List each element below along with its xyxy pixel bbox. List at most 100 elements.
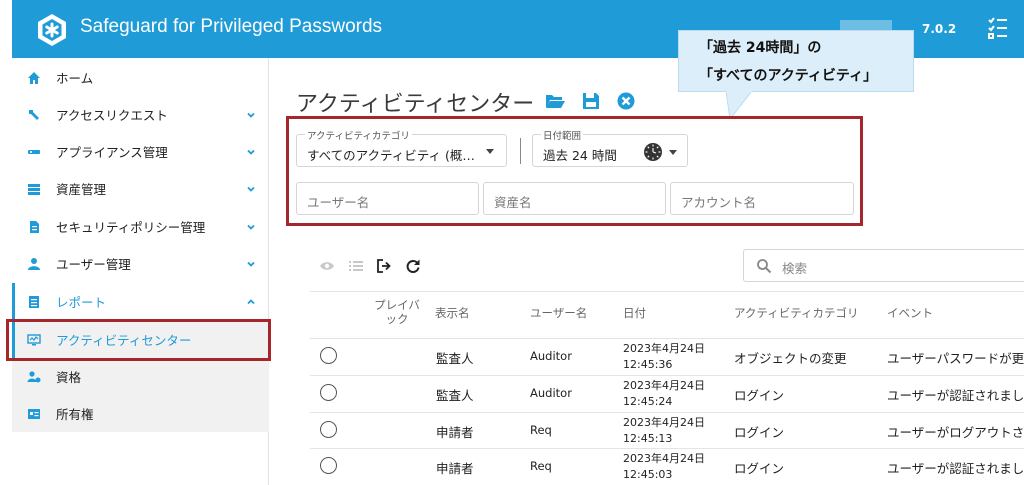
dropdown-arrow-icon bbox=[486, 149, 494, 154]
cell-event: ユーザーが認証されまし bbox=[887, 388, 1024, 403]
cell-user-name: Auditor bbox=[530, 386, 572, 400]
column-header-user-name[interactable]: ユーザー名 bbox=[530, 306, 587, 320]
column-header-date[interactable]: 日付 bbox=[623, 306, 646, 320]
eye-icon[interactable] bbox=[319, 258, 335, 274]
activity-category-label: アクティビティカテゴリ bbox=[305, 128, 412, 142]
asset-list-icon bbox=[26, 181, 42, 197]
cell-time: 12:45:13 bbox=[623, 432, 673, 445]
sidebar-item-entitlements[interactable]: 資格 bbox=[12, 358, 269, 395]
page-title: アクティビティセンター bbox=[296, 91, 535, 116]
safeguard-logo-icon bbox=[38, 14, 66, 46]
sidebar-item-label: アプライアンス管理 bbox=[56, 145, 168, 160]
search-input[interactable]: 検索 bbox=[743, 249, 1024, 282]
cell-display-name: 申請者 bbox=[436, 425, 474, 440]
search-icon bbox=[757, 259, 772, 274]
cell-date: 2023年4月24日 bbox=[623, 452, 705, 465]
sidebar-item-security-policy[interactable]: セキュリティポリシー管理 bbox=[12, 208, 269, 245]
row-select-radio[interactable] bbox=[320, 384, 337, 401]
ownership-card-icon bbox=[26, 406, 42, 422]
sidebar-item-reports[interactable]: レポート bbox=[12, 283, 269, 320]
asset-filter-input[interactable]: 資産名 bbox=[483, 182, 666, 215]
cell-user-name: Auditor bbox=[530, 349, 572, 363]
chevron-down-icon[interactable] bbox=[245, 183, 257, 195]
app-title: Safeguard for Privileged Passwords bbox=[80, 16, 383, 37]
dropdown-arrow-icon bbox=[669, 150, 677, 155]
cell-time: 12:45:36 bbox=[623, 358, 673, 371]
row-select-radio[interactable] bbox=[320, 457, 337, 474]
chevron-down-icon[interactable] bbox=[245, 258, 257, 270]
home-icon bbox=[26, 70, 42, 86]
cell-category: オブジェクトの変更 bbox=[734, 351, 847, 366]
cell-category: ログイン bbox=[734, 461, 785, 476]
cell-time: 12:45:03 bbox=[623, 468, 673, 481]
cell-user-name: Req bbox=[530, 459, 552, 473]
sidebar-item-label: アクセスリクエスト bbox=[56, 108, 168, 123]
grid-divider bbox=[310, 291, 1024, 292]
version-label: 7.0.2 bbox=[922, 22, 957, 36]
callout-line-2: 「すべてのアクティビティ」 bbox=[699, 68, 878, 84]
username-filter-input[interactable]: ユーザー名 bbox=[296, 182, 479, 215]
cell-category: ログイン bbox=[734, 425, 785, 440]
table-row[interactable]: 監査人 Auditor 2023年4月24日 12:45:24 ログイン ユーザ… bbox=[310, 375, 1024, 412]
search-placeholder: 検索 bbox=[782, 261, 808, 276]
date-range-select[interactable]: 日付範囲 過去 24 時間 bbox=[532, 128, 688, 167]
task-list-icon[interactable] bbox=[987, 16, 1009, 40]
sidebar-item-assets[interactable]: 資産管理 bbox=[12, 170, 269, 207]
table-row[interactable]: 監査人 Auditor 2023年4月24日 12:45:36 オブジェクトの変… bbox=[310, 338, 1024, 375]
column-header-playback[interactable]: プレイバック bbox=[372, 298, 422, 326]
table-row[interactable]: 申請者 Req 2023年4月24日 12:45:13 ログイン ユーザーがログ… bbox=[310, 412, 1024, 449]
clock-icon bbox=[644, 143, 662, 161]
clear-filter-icon[interactable] bbox=[616, 92, 636, 110]
annotation-callout: 「過去 24時間」の 「すべてのアクティビティ」 bbox=[678, 30, 914, 92]
sidebar-item-ownership[interactable]: 所有権 bbox=[12, 395, 269, 432]
chevron-down-icon[interactable] bbox=[245, 146, 257, 158]
save-icon[interactable] bbox=[581, 92, 601, 110]
sidebar-item-access-request[interactable]: アクセスリクエスト bbox=[12, 96, 269, 133]
asset-placeholder: 資産名 bbox=[494, 195, 532, 210]
sidebar-item-label: 資格 bbox=[56, 370, 82, 385]
cell-time: 12:45:24 bbox=[623, 395, 673, 408]
cell-date: 2023年4月24日 bbox=[623, 379, 705, 392]
date-range-value: 過去 24 時間 bbox=[543, 148, 617, 163]
wrench-icon bbox=[26, 107, 42, 123]
column-header-display-name[interactable]: 表示名 bbox=[435, 306, 470, 320]
account-placeholder: アカウント名 bbox=[681, 195, 757, 210]
chevron-up-icon[interactable] bbox=[245, 296, 257, 308]
cell-date: 2023年4月24日 bbox=[623, 342, 705, 355]
account-filter-input[interactable]: アカウント名 bbox=[670, 182, 854, 215]
cell-user-name: Req bbox=[530, 423, 552, 437]
row-select-radio[interactable] bbox=[320, 421, 337, 438]
folder-open-icon[interactable] bbox=[545, 92, 565, 110]
column-header-category[interactable]: アクティビティカテゴリ bbox=[734, 306, 859, 320]
entitlement-icon bbox=[26, 369, 42, 385]
sidebar-item-home[interactable]: ホーム bbox=[12, 59, 269, 96]
username-placeholder: ユーザー名 bbox=[307, 195, 370, 210]
refresh-icon[interactable] bbox=[405, 258, 421, 274]
sidebar-item-label: 所有権 bbox=[56, 407, 94, 422]
sidebar-nav: ホーム アクセスリクエスト アプライアンス管理 資産管理 セキュリティポリシー管… bbox=[12, 58, 269, 485]
appliance-icon bbox=[26, 144, 42, 160]
cell-display-name: 申請者 bbox=[436, 461, 474, 476]
cell-date: 2023年4月24日 bbox=[623, 416, 705, 429]
report-icon bbox=[26, 294, 42, 310]
export-icon[interactable] bbox=[376, 258, 392, 274]
list-details-icon[interactable] bbox=[348, 258, 364, 274]
user-icon bbox=[26, 256, 42, 272]
cell-event: ユーザーがログアウトさ bbox=[887, 425, 1024, 440]
activity-category-select[interactable]: アクティビティカテゴリ すべてのアクティビティ (概… bbox=[296, 128, 507, 167]
row-select-radio[interactable] bbox=[320, 347, 337, 364]
date-range-label: 日付範囲 bbox=[541, 128, 584, 142]
sidebar-item-label: セキュリティポリシー管理 bbox=[56, 220, 206, 235]
sidebar-item-appliance[interactable]: アプライアンス管理 bbox=[12, 133, 269, 170]
chevron-down-icon[interactable] bbox=[245, 109, 257, 121]
column-header-event[interactable]: イベント bbox=[887, 306, 933, 320]
table-row[interactable]: 申請者 Req 2023年4月24日 12:45:03 ログイン ユーザーが認証… bbox=[310, 448, 1024, 485]
callout-line-1: 「過去 24時間」の bbox=[699, 40, 822, 56]
cell-display-name: 監査人 bbox=[436, 388, 474, 403]
chevron-down-icon[interactable] bbox=[245, 221, 257, 233]
activity-category-value: すべてのアクティビティ (概… bbox=[307, 148, 475, 163]
cell-display-name: 監査人 bbox=[436, 351, 474, 366]
cell-event: ユーザーパスワードが更 bbox=[887, 351, 1024, 366]
sidebar-item-label: レポート bbox=[56, 295, 107, 310]
sidebar-item-user-management[interactable]: ユーザー管理 bbox=[12, 245, 269, 282]
